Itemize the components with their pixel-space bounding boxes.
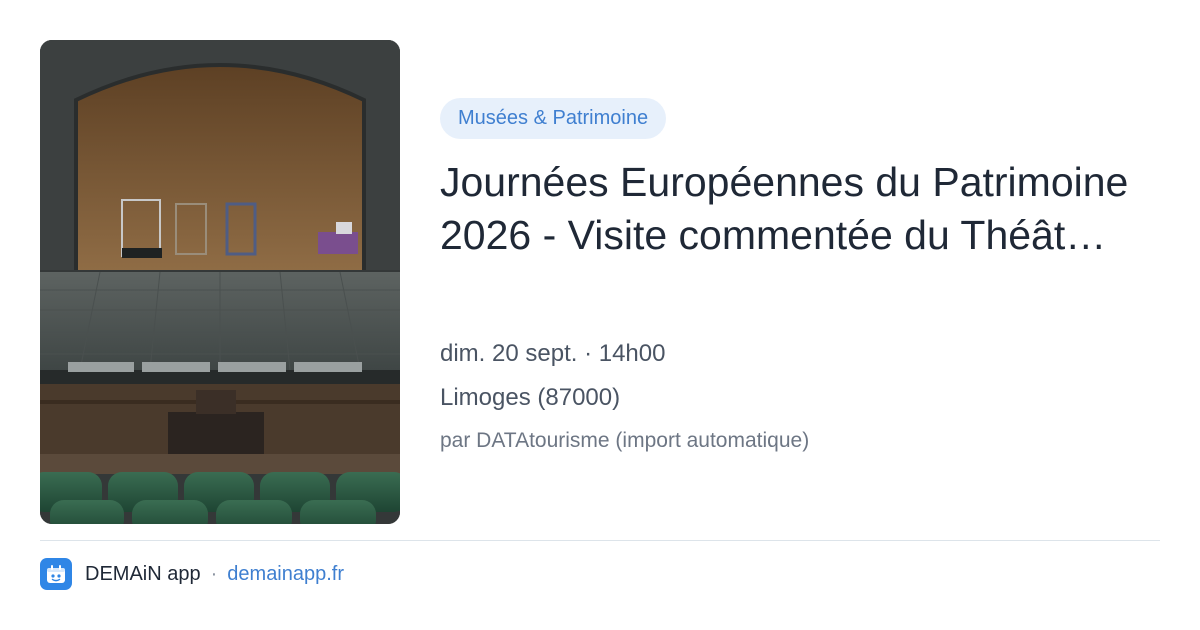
category-badge[interactable]: Musées & Patrimoine <box>440 98 667 139</box>
app-name: DEMAiN app <box>85 562 201 585</box>
footer: DEMAiN app · demainapp.fr <box>40 558 344 590</box>
footer-separator: · <box>210 562 218 585</box>
event-location: Limoges (87000) <box>440 384 621 411</box>
footer-divider <box>40 540 1160 541</box>
event-photo <box>40 40 400 524</box>
app-domain-link[interactable]: demainapp.fr <box>227 563 344 586</box>
event-title[interactable]: Journées Européennes du Patrimoine 2026 … <box>440 156 1130 262</box>
event-date-time: dim. 20 sept. · 14h00 <box>440 340 666 367</box>
event-source: par DATAtourisme (import automatique) <box>440 429 810 452</box>
theatre-stage-illustration <box>40 40 400 524</box>
app-logo-icon <box>40 558 72 590</box>
